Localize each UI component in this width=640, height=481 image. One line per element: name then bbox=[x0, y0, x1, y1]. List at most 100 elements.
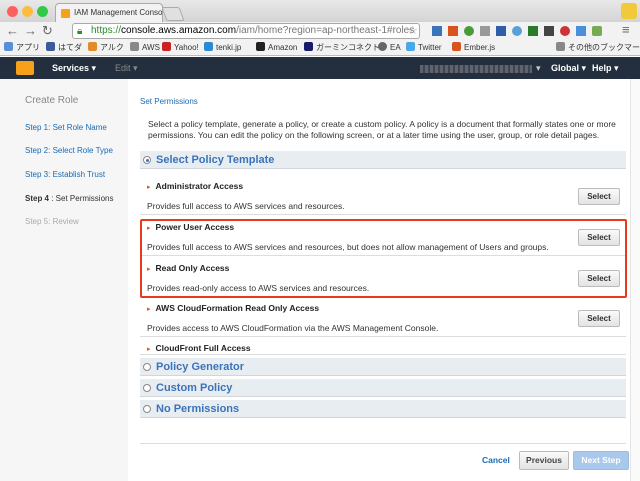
tab-title: IAM Management Console bbox=[74, 8, 163, 17]
section-no-permissions[interactable]: No Permissions bbox=[140, 400, 626, 418]
bookmark-amazon[interactable]: Amazon bbox=[256, 40, 297, 55]
footer-divider bbox=[140, 443, 626, 444]
section-select-policy-template[interactable]: Select Policy Template bbox=[140, 151, 626, 169]
extension-icon[interactable] bbox=[480, 26, 490, 36]
bookmark-yahoo[interactable]: Yahoo! bbox=[162, 40, 199, 55]
tab-favicon-icon bbox=[61, 9, 70, 18]
policy-item: ▸ Administrator Access Provides full acce… bbox=[140, 175, 626, 215]
alc-icon bbox=[88, 42, 97, 51]
radio-unselected-icon[interactable] bbox=[143, 384, 151, 392]
section-breadcrumb: Set Permissions bbox=[140, 97, 198, 106]
extension-icon[interactable] bbox=[544, 26, 554, 36]
browser-tab[interactable]: IAM Management Console bbox=[55, 3, 163, 22]
twitter-icon bbox=[406, 42, 415, 51]
step-1-link[interactable]: Step 1: Set Role Name bbox=[25, 123, 107, 132]
zoom-window-button[interactable] bbox=[37, 6, 48, 17]
bookmark-aws[interactable]: AWS bbox=[130, 40, 160, 55]
select-button[interactable]: Select bbox=[578, 310, 620, 327]
edit-menu[interactable]: Edit ▾ bbox=[115, 57, 138, 79]
page-scrollbar[interactable] bbox=[630, 79, 640, 481]
extension-icon[interactable] bbox=[528, 26, 538, 36]
policy-item: ▸ AWS CloudFormation Read Only Access Pro… bbox=[140, 297, 626, 337]
new-tab-button[interactable] bbox=[161, 7, 185, 21]
expand-arrow-icon: ▸ bbox=[147, 306, 151, 313]
folder-icon bbox=[130, 42, 139, 51]
tenki-icon bbox=[204, 42, 213, 51]
annotation-highlight-box bbox=[140, 219, 627, 298]
extension-icon[interactable] bbox=[464, 26, 474, 36]
policy-name[interactable]: ▸ Administrator Access bbox=[147, 181, 243, 191]
close-window-button[interactable] bbox=[7, 6, 18, 17]
account-name[interactable] bbox=[420, 65, 532, 73]
step-3-link[interactable]: Step 3: Establish Trust bbox=[25, 170, 105, 179]
url-host: console.aws.amazon.com bbox=[121, 25, 237, 36]
extension-icon[interactable] bbox=[496, 26, 506, 36]
expand-arrow-icon: ▸ bbox=[147, 346, 151, 353]
url-path: /iam/home?region=ap-northeast-1#roles bbox=[236, 25, 415, 36]
extension-icon[interactable] bbox=[576, 26, 586, 36]
other-bookmarks[interactable]: その他のブックマーク bbox=[556, 40, 640, 55]
ea-icon bbox=[378, 42, 387, 51]
expand-arrow-icon: ▸ bbox=[147, 184, 151, 191]
menu-icon[interactable]: ≡ bbox=[622, 22, 630, 37]
hatena-icon bbox=[46, 42, 55, 51]
region-menu[interactable]: Global ▾ bbox=[551, 57, 586, 79]
services-menu[interactable]: Services ▾ bbox=[52, 57, 96, 79]
garmin-icon bbox=[304, 42, 313, 51]
bookmark-ea[interactable]: EA bbox=[378, 40, 401, 55]
bookmark-ember[interactable]: Ember.js bbox=[452, 40, 495, 55]
apps-icon bbox=[4, 42, 13, 51]
folder-icon bbox=[556, 42, 565, 51]
address-bar[interactable]: 🔒︎ https://console.aws.amazon.com/iam/ho… bbox=[72, 23, 420, 39]
back-arrow-icon[interactable]: ← bbox=[6, 23, 19, 39]
ember-icon bbox=[452, 42, 461, 51]
wizard-sidebar: Create Role Step 1: Set Role Name Step 2… bbox=[0, 79, 128, 481]
minimize-window-button[interactable] bbox=[22, 6, 33, 17]
lock-icon: 🔒︎ bbox=[77, 26, 83, 37]
amazon-icon bbox=[256, 42, 265, 51]
profile-icon[interactable] bbox=[621, 3, 637, 19]
bookmark-tenki[interactable]: tenki.jp bbox=[204, 40, 241, 55]
help-menu[interactable]: Help ▾ bbox=[592, 57, 619, 79]
bookmark-apps[interactable]: アプリ bbox=[4, 40, 40, 55]
extension-icon[interactable] bbox=[592, 26, 602, 36]
section-custom-policy[interactable]: Custom Policy bbox=[140, 379, 626, 397]
extension-icon[interactable] bbox=[560, 26, 570, 36]
cancel-link[interactable]: Cancel bbox=[482, 455, 510, 465]
url-scheme: https:// bbox=[91, 25, 122, 36]
policy-description: Provides full access to AWS services and… bbox=[147, 201, 345, 211]
extension-icon[interactable] bbox=[512, 26, 522, 36]
bookmarks-bar: アプリ はてダ アルク AWS Yahoo! tenki.jp Amazon ガ… bbox=[0, 40, 640, 56]
aws-navbar: Services ▾ Edit ▾ ▾ Global ▾ Help ▾ bbox=[0, 57, 640, 79]
bookmark-star-icon[interactable]: ☆ bbox=[408, 24, 418, 37]
aws-logo-icon[interactable] bbox=[16, 61, 34, 75]
step-5-disabled: Step 5: Review bbox=[25, 217, 79, 226]
section-policy-generator[interactable]: Policy Generator bbox=[140, 358, 626, 376]
step-2-link[interactable]: Step 2: Select Role Type bbox=[25, 146, 113, 155]
reload-icon[interactable]: ↻ bbox=[42, 23, 53, 39]
bookmark-garmin[interactable]: ガーミンコネクト bbox=[304, 40, 380, 55]
select-button[interactable]: Select bbox=[578, 188, 620, 205]
bookmark-hatena[interactable]: はてダ bbox=[46, 40, 82, 55]
browser-titlebar: IAM Management Console bbox=[0, 0, 640, 22]
radio-unselected-icon[interactable] bbox=[143, 363, 151, 371]
policy-description: Provides access to AWS CloudFormation vi… bbox=[147, 323, 439, 333]
radio-selected-icon[interactable] bbox=[143, 156, 151, 164]
previous-button[interactable]: Previous bbox=[519, 451, 569, 470]
step-4-current: Step 4 : Set Permissions bbox=[25, 194, 114, 203]
bookmark-alc[interactable]: アルク bbox=[88, 40, 124, 55]
forward-arrow-icon[interactable]: → bbox=[24, 23, 37, 39]
browser-toolbar: ← → ↻ 🔒︎ https://console.aws.amazon.com/… bbox=[0, 22, 640, 40]
radio-unselected-icon[interactable] bbox=[143, 405, 151, 413]
wizard-title: Create Role bbox=[25, 95, 79, 106]
page-description: Select a policy template, generate a pol… bbox=[148, 119, 616, 140]
yahoo-icon bbox=[162, 42, 171, 51]
extension-icon[interactable] bbox=[432, 26, 442, 36]
next-step-button[interactable]: Next Step bbox=[573, 451, 629, 470]
policy-item: ▸ CloudFront Full Access bbox=[140, 337, 626, 354]
bookmark-twitter[interactable]: Twitter bbox=[406, 40, 442, 55]
policy-name[interactable]: ▸ CloudFront Full Access bbox=[147, 343, 251, 353]
policy-name[interactable]: ▸ AWS CloudFormation Read Only Access bbox=[147, 303, 319, 313]
extension-icon[interactable] bbox=[448, 26, 458, 36]
account-menu-chevron-icon[interactable]: ▾ bbox=[536, 57, 541, 79]
